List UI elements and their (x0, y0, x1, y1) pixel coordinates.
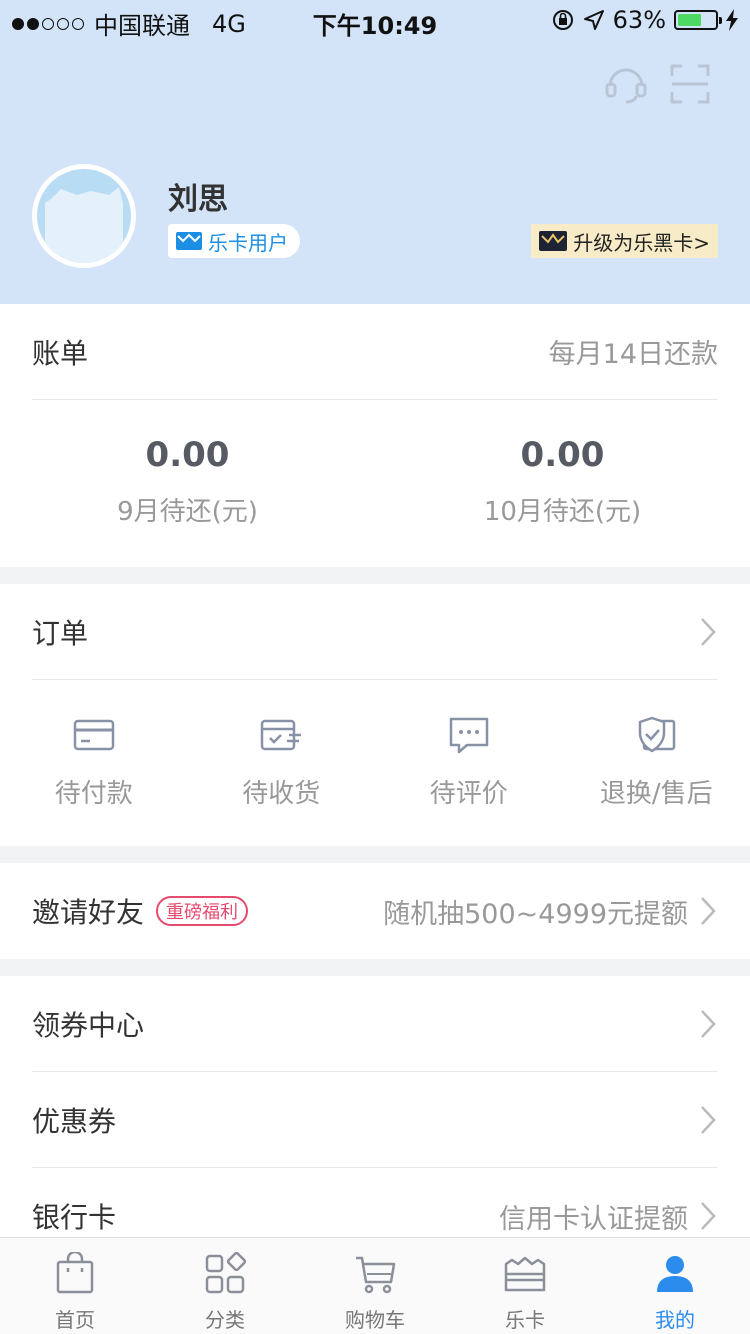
chevron-right-icon (701, 897, 716, 925)
tab-label: 首页 (55, 1308, 95, 1332)
order-status-label: 待评价 (429, 779, 508, 809)
menu-item-coupons[interactable]: 优惠券 (32, 1072, 718, 1168)
bill-due-note: 每月14日还款 (548, 339, 718, 370)
member-badge[interactable]: 乐卡用户 (168, 224, 300, 258)
invite-title: 邀请好友 (32, 896, 145, 929)
cart-icon (356, 1256, 396, 1294)
bill-card: 账单 每月14日还款 0.00 9月待还(元) 0.00 10月待还(元) (0, 304, 750, 567)
order-status-label: 待付款 (54, 779, 133, 809)
tab-bar: 首页 分类 购物车 乐卡 我的 (0, 1237, 750, 1334)
order-pending-review[interactable]: 待评价 (375, 681, 563, 846)
avatar-image (37, 169, 131, 263)
order-status-label: 待收货 (242, 779, 321, 809)
order-pending-delivery[interactable]: 待收货 (188, 681, 376, 846)
black-card-icon (539, 231, 568, 251)
bill-header-row[interactable]: 账单 每月14日还款 (32, 304, 718, 400)
avatar[interactable] (32, 164, 136, 268)
tab-label: 我的 (655, 1308, 695, 1332)
tab-label: 分类 (205, 1308, 245, 1332)
lecard-icon (504, 1256, 546, 1292)
customer-service-icon[interactable] (604, 62, 648, 106)
order-status-label: 退换/售后 (599, 779, 713, 809)
chevron-right-icon (701, 1202, 716, 1230)
comment-icon (449, 717, 488, 754)
rotation-lock-icon (552, 10, 573, 30)
order-after-sales[interactable]: 退换/售后 (563, 681, 750, 846)
tab-label: 购物车 (345, 1308, 405, 1332)
menu-item-label: 领券中心 (32, 1008, 145, 1042)
menu-card: 领券中心 优惠券 银行卡 信用卡认证提额 (0, 976, 750, 1237)
tab-category[interactable]: 分类 (150, 1238, 300, 1334)
bill-sep-amount[interactable]: 0.00 9月待还(元) (0, 401, 375, 566)
profile-header: 中国联通 4G 下午10:49 63% 刘思 乐卡用户 升级为乐黑卡> (0, 0, 750, 304)
invite-row[interactable]: 邀请好友 重磅福利 随机抽500~4999元提额 (32, 863, 718, 959)
user-name: 刘思 (168, 182, 228, 217)
category-icon (205, 1251, 247, 1294)
member-badge-label: 乐卡用户 (208, 230, 288, 255)
chevron-right-icon (701, 1105, 716, 1134)
card-icon (73, 719, 114, 751)
chevron-right-icon (701, 617, 716, 646)
crown-icon (176, 232, 202, 250)
invite-note: 随机抽500~4999元提额 (383, 898, 688, 930)
invite-card: 邀请好友 重磅福利 随机抽500~4999元提额 (0, 863, 750, 959)
battery-icon (674, 10, 722, 30)
charging-bolt-icon (726, 9, 738, 31)
orders-title: 订单 (32, 616, 89, 650)
tab-home[interactable]: 首页 (0, 1238, 150, 1334)
chevron-right-icon (701, 1009, 716, 1038)
menu-item-coupon-center[interactable]: 领券中心 (32, 976, 718, 1072)
battery-percent: 63% (612, 6, 666, 34)
bill-title: 账单 (32, 336, 89, 370)
bill-oct-amount[interactable]: 0.00 10月待还(元) (375, 401, 750, 566)
tab-lecard[interactable]: 乐卡 (450, 1238, 600, 1334)
menu-item-label: 优惠券 (32, 1104, 117, 1138)
orders-card: 订单 待付款 待收货 待评价 退换/售后 (0, 584, 750, 846)
bag-icon (56, 1250, 94, 1294)
order-pending-payment[interactable]: 待付款 (0, 681, 188, 846)
tab-cart[interactable]: 购物车 (300, 1238, 450, 1334)
promo-tag: 重磅福利 (156, 896, 249, 926)
bill-amount: 0.00 (145, 435, 230, 475)
bill-label: 10月待还(元) (483, 497, 642, 527)
bill-label: 9月待还(元) (117, 497, 258, 527)
user-icon (657, 1256, 693, 1292)
upgrade-label: 升级为乐黑卡> (573, 230, 710, 255)
delivery-icon (261, 719, 302, 751)
menu-item-note: 信用卡认证提额 (499, 1203, 688, 1235)
scan-icon[interactable] (668, 62, 712, 106)
shield-icon (639, 716, 676, 753)
status-bar: 中国联通 4G 下午10:49 63% (0, 0, 750, 40)
tab-mine[interactable]: 我的 (600, 1238, 750, 1334)
tab-label: 乐卡 (505, 1308, 545, 1332)
upgrade-button[interactable]: 升级为乐黑卡> (531, 224, 718, 258)
orders-header-row[interactable]: 订单 (32, 584, 718, 680)
bill-amount: 0.00 (520, 435, 605, 475)
location-arrow-icon (583, 10, 604, 30)
menu-item-label: 银行卡 (32, 1201, 117, 1234)
